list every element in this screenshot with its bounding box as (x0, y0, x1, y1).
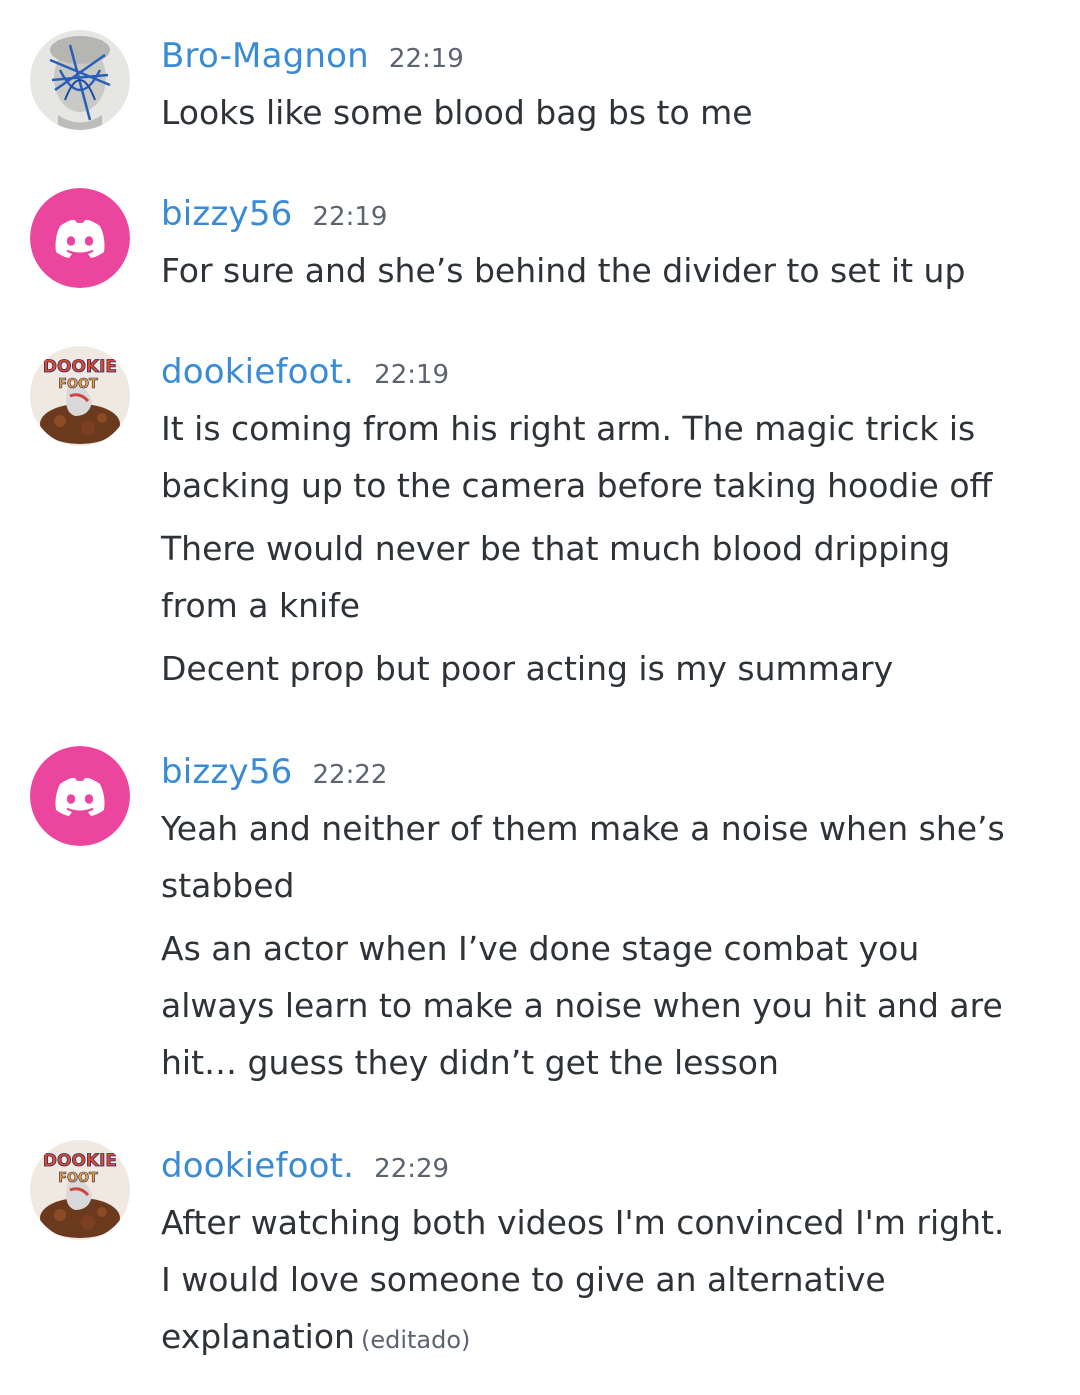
timestamp: 22:29 (374, 1154, 450, 1184)
avatar[interactable]: DOOKIE FOOT (30, 1140, 130, 1240)
message-group: Bro-Magnon 22:19 Looks like some blood b… (0, 30, 1080, 140)
svg-text:FOOT: FOOT (58, 1171, 98, 1186)
username[interactable]: dookiefoot. (161, 352, 354, 392)
message-line: always learn to make a noise when you hi… (161, 986, 1003, 1025)
message-body: After watching both videos I'm convinced… (161, 1194, 1041, 1369)
timestamp: 22:19 (374, 360, 450, 390)
username[interactable]: Bro-Magnon (161, 36, 369, 76)
message-line: Yeah and neither of them make a noise wh… (161, 809, 1005, 848)
message-header: bizzy56 22:22 (161, 752, 387, 802)
message-body: It is coming from his right arm. The mag… (161, 400, 1041, 697)
username[interactable]: dookiefoot. (161, 1146, 354, 1186)
discord-logo-icon (30, 188, 130, 288)
message-header: bizzy56 22:19 (161, 194, 387, 244)
message-body: Yeah and neither of them make a noise wh… (161, 800, 1041, 1091)
message-group: bizzy56 22:22 Yeah and neither of them m… (0, 746, 1080, 1096)
avatar[interactable] (30, 188, 130, 288)
avatar[interactable]: DOOKIE FOOT (30, 346, 130, 446)
message-body: Looks like some blood bag bs to me (161, 84, 1041, 141)
svg-text:FOOT: FOOT (58, 377, 98, 392)
avatar[interactable] (30, 30, 130, 130)
timestamp: 22:22 (312, 760, 388, 790)
message-line: Decent prop but poor acting is my summar… (161, 649, 894, 688)
message-body: For sure and she’s behind the divider to… (161, 242, 1041, 299)
message-group: DOOKIE FOOT dookiefoot. 22:19 It is comi… (0, 346, 1080, 696)
message-group: DOOKIE FOOT dookiefoot. 22:29 After watc… (0, 1140, 1080, 1370)
message-header: dookiefoot. 22:29 (161, 1146, 449, 1196)
edited-label: (editado) (360, 1326, 471, 1354)
username[interactable]: bizzy56 (161, 752, 293, 792)
dookie-foot-avatar-icon: DOOKIE FOOT (30, 1140, 130, 1240)
message-line: It is coming from his right arm. The mag… (161, 409, 976, 448)
message-line: There would never be that much blood dri… (161, 529, 951, 568)
message-line: After watching both videos I'm convinced… (161, 1203, 1005, 1242)
message-group: bizzy56 22:19 For sure and she’s behind … (0, 188, 1080, 298)
message-header: dookiefoot. 22:19 (161, 352, 449, 402)
timestamp: 22:19 (388, 44, 464, 74)
message-line: stabbed (161, 866, 295, 905)
statue-avatar-icon (30, 30, 130, 130)
discord-logo-icon (30, 746, 130, 846)
message-line: As an actor when I’ve done stage combat … (161, 929, 920, 968)
svg-text:DOOKIE: DOOKIE (43, 1151, 117, 1171)
message-line: explanation (161, 1317, 355, 1356)
message-line: For sure and she’s behind the divider to… (161, 251, 966, 290)
dookie-foot-avatar-icon: DOOKIE FOOT (30, 346, 130, 446)
message-line: hit… guess they didn’t get the lesson (161, 1043, 779, 1082)
timestamp: 22:19 (312, 202, 388, 232)
avatar[interactable] (30, 746, 130, 846)
message-header: Bro-Magnon 22:19 (161, 36, 464, 86)
message-line: backing up to the camera before taking h… (161, 466, 993, 505)
username[interactable]: bizzy56 (161, 194, 293, 234)
message-line: I would love someone to give an alternat… (161, 1260, 886, 1299)
message-line: Looks like some blood bag bs to me (161, 93, 753, 132)
message-line: from a knife (161, 586, 361, 625)
svg-text:DOOKIE: DOOKIE (43, 357, 117, 377)
message-line-last: explanation (editado) (161, 1308, 1041, 1369)
